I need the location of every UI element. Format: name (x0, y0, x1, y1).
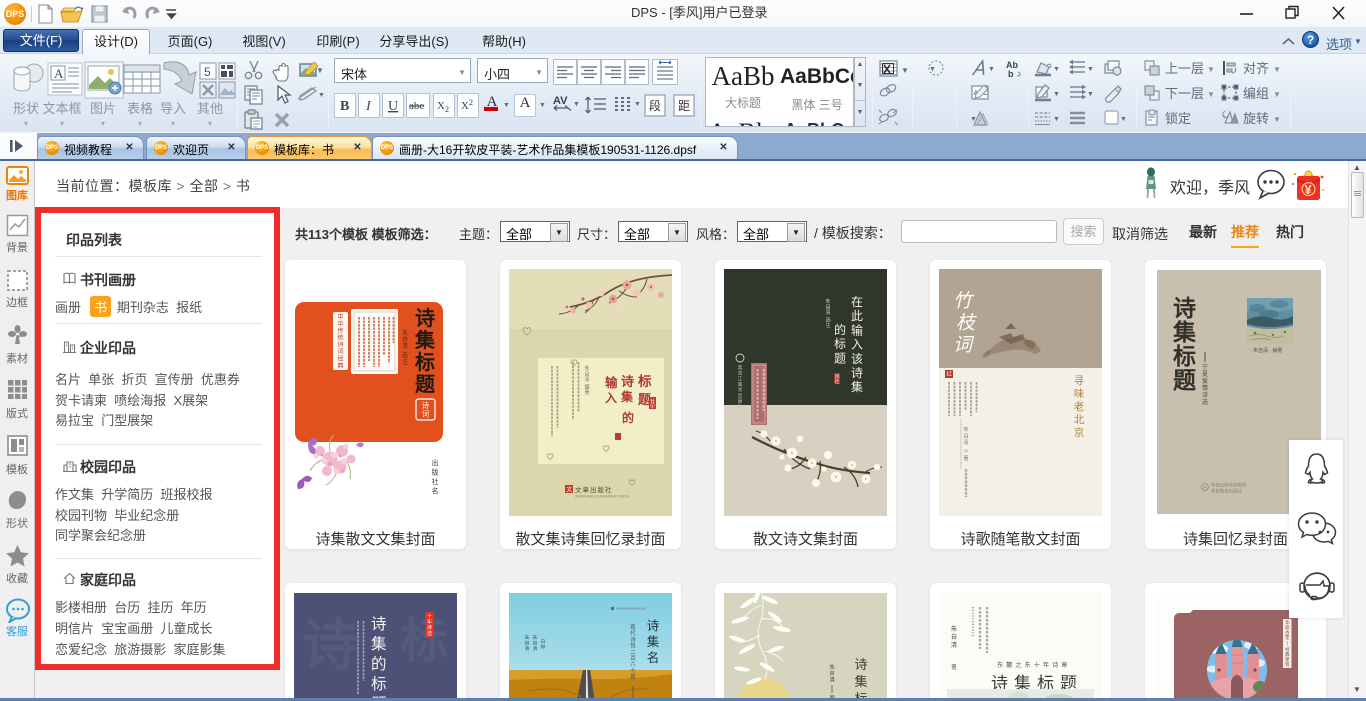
svg-text:朱自清编著: 朱自清编著 (584, 365, 589, 396)
svg-text:的: 的 (622, 410, 634, 425)
svg-text:X: X (437, 100, 445, 112)
svg-text:WENZHANG CHUBANSHE PRESS: WENZHANG CHUBANSHE PRESS (575, 495, 630, 499)
svg-text:段: 段 (649, 98, 661, 113)
svg-text:5: 5 (204, 65, 211, 79)
svg-text:黑龙江美术出版社: 黑龙江美术出版社 (738, 365, 743, 410)
svg-text:寻味老北京: 寻味老北京 (1074, 375, 1085, 439)
svg-text:朱自清: 朱自清 (525, 634, 530, 652)
svg-text:白桦: 白桦 (541, 638, 546, 650)
svg-text:旋转: 旋转 (1243, 111, 1269, 126)
svg-text:著: 著 (951, 663, 957, 671)
svg-text:诗: 诗 (371, 615, 387, 633)
svg-text:宁夏爱情诗选: 宁夏爱情诗选 (1202, 363, 1208, 406)
svg-text:诗: 诗 (302, 616, 358, 678)
svg-text:下一层: 下一层 (1165, 86, 1204, 101)
svg-text:2: 2 (445, 105, 449, 114)
svg-text:▼: ▼ (1273, 115, 1281, 124)
svg-text:abe: abe (409, 100, 424, 112)
svg-text:A: A (54, 66, 64, 81)
svg-text:诗社: 诗社 (835, 373, 840, 385)
svg-text:朱雀教育出版社: 朱雀教育出版社 (1211, 487, 1242, 494)
svg-text:朱自清: 朱自清 (829, 663, 835, 683)
svg-text:的标题: 的标题 (834, 322, 846, 365)
svg-text:锁定: 锁定 (1165, 111, 1191, 126)
svg-text:在此输入该诗集: 在此输入该诗集 (851, 295, 863, 394)
svg-text:集: 集 (620, 389, 634, 404)
svg-text:标: 标 (415, 351, 435, 374)
svg-text:朱自清◎著: 朱自清◎著 (963, 425, 969, 462)
svg-text:¥: ¥ (1305, 182, 1313, 197)
svg-text:枝: 枝 (956, 313, 977, 334)
svg-text:▼: ▼ (1207, 90, 1215, 99)
svg-text:▼: ▼ (1207, 65, 1215, 74)
svg-text:诗: 诗 (415, 307, 435, 330)
svg-text:竹: 竹 (953, 291, 975, 312)
svg-text:词: 词 (953, 335, 975, 356)
svg-text:B: B (340, 99, 349, 114)
svg-text:出版社名: 出版社名 (432, 458, 439, 495)
svg-text:编组: 编组 (1243, 86, 1269, 101)
svg-text:朱自清: 朱自清 (951, 625, 958, 649)
svg-text:红: 红 (947, 370, 953, 378)
svg-text:题: 题 (415, 373, 436, 396)
svg-text:社印: 社印 (650, 398, 655, 410)
svg-text:东麓之东十年诗章: 东麓之东十年诗章 (997, 661, 1071, 669)
svg-text:诗集标: 诗集标 (854, 657, 867, 701)
svg-text:集: 集 (414, 328, 436, 352)
svg-text:集: 集 (1172, 319, 1197, 345)
svg-text:集: 集 (371, 635, 387, 653)
svg-text:标: 标 (371, 675, 387, 693)
svg-text:十年诗选: 十年诗选 (427, 613, 432, 637)
svg-text:标: 标 (1173, 344, 1196, 369)
svg-text:诗: 诗 (1173, 296, 1196, 321)
svg-text:朱自清 · 编著: 朱自清 · 编著 (1253, 347, 1282, 354)
svg-text:题: 题 (1173, 368, 1196, 393)
svg-text:文: 文 (566, 485, 572, 493)
svg-text:▼: ▼ (1273, 90, 1281, 99)
svg-text:诗: 诗 (621, 374, 634, 389)
svg-text:输: 输 (605, 375, 618, 390)
svg-text:华丽古堡丨经典建筑: 华丽古堡丨经典建筑 (1285, 619, 1290, 668)
svg-text:诗集名: 诗集名 (647, 619, 660, 665)
svg-text:朱自清选注: 朱自清选注 (402, 329, 408, 366)
svg-text:中华传统诗词经典: 中华传统诗词经典 (337, 313, 343, 369)
svg-text:AV: AV (553, 95, 568, 107)
svg-text:对齐: 对齐 (1243, 61, 1269, 76)
svg-text:X: X (461, 100, 469, 112)
svg-text:上一层: 上一层 (1165, 61, 1204, 76)
svg-text:距: 距 (678, 99, 690, 113)
svg-text:2: 2 (469, 98, 473, 107)
svg-text:的: 的 (371, 655, 387, 673)
svg-text:入: 入 (605, 391, 617, 405)
svg-text:诗词: 诗词 (422, 401, 429, 419)
svg-text:文章出版社: 文章出版社 (575, 485, 613, 494)
svg-text:b: b (1008, 69, 1014, 79)
svg-text:朱自清: 朱自清 (533, 634, 538, 652)
svg-text:朱自清选注: 朱自清选注 (825, 298, 830, 329)
svg-text:▼: ▼ (1273, 65, 1281, 74)
svg-text:标: 标 (400, 615, 448, 668)
svg-text:现代诗悦二百六十首: 现代诗悦二百六十首 (630, 624, 636, 681)
svg-text:U: U (388, 99, 398, 114)
svg-text:标: 标 (637, 373, 652, 389)
